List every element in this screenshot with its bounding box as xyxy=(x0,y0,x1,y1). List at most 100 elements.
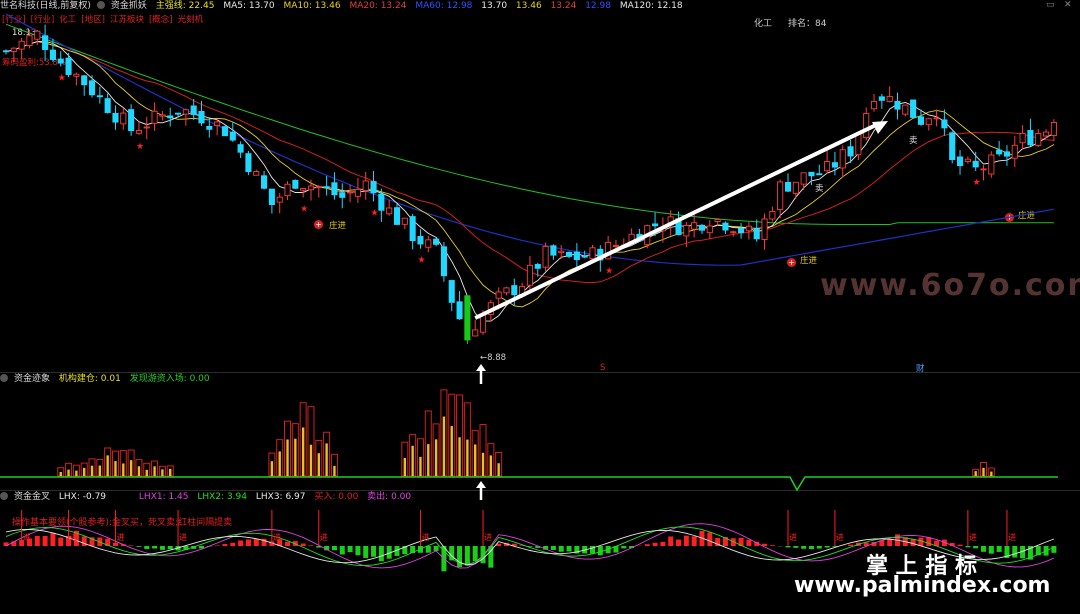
candle-body xyxy=(831,162,838,168)
candle-body xyxy=(331,182,338,196)
cross-signal-label: 进 xyxy=(320,533,328,542)
candle-body xyxy=(151,110,158,124)
fund-yellow-bar xyxy=(286,439,289,476)
candle-body xyxy=(581,255,588,258)
candle-body xyxy=(691,222,698,230)
candle-body xyxy=(1019,132,1026,144)
cross-bar xyxy=(152,546,158,549)
star-marker: ★ xyxy=(371,208,379,218)
ma120-line xyxy=(5,23,1054,225)
candle-body xyxy=(917,116,924,125)
candle-body xyxy=(409,216,416,242)
cross-bar xyxy=(50,532,56,546)
candle-body xyxy=(558,250,565,254)
fund-yellow-bar xyxy=(90,465,94,476)
ma60-line xyxy=(5,13,1055,266)
cross-bar xyxy=(42,535,48,546)
cross-signal-label: 进 xyxy=(836,533,844,542)
candle-body xyxy=(276,196,283,203)
cross-bar xyxy=(355,546,361,556)
candle-body xyxy=(714,219,721,222)
cross-bar xyxy=(597,546,603,556)
cross-bar xyxy=(34,535,40,546)
candle-body xyxy=(730,231,737,234)
cross-bar xyxy=(167,546,173,550)
cross-bar xyxy=(230,542,236,546)
fund-yellow-bar xyxy=(75,470,78,476)
cross-bar xyxy=(981,546,986,552)
candle-body xyxy=(1011,144,1018,159)
fund-yellow-bar xyxy=(153,466,156,476)
cross-bar xyxy=(621,546,627,549)
fund-yellow-bar xyxy=(169,468,172,476)
chart-canvas[interactable]: ★ ★ ★ ★ ★ ★ ★ 进 进 进 进 进 进 进 进 进 进 进 进 xyxy=(0,0,1080,614)
candle-body xyxy=(1027,130,1034,146)
candle-body xyxy=(198,111,205,124)
cross-signal-label: 进 xyxy=(789,533,797,542)
candle-body xyxy=(393,207,401,225)
candle-body xyxy=(988,154,995,175)
cross-bar xyxy=(480,546,486,564)
star-marker: ★ xyxy=(58,73,66,83)
cross-signal-label: 进 xyxy=(23,533,31,542)
candle-body xyxy=(1035,132,1042,146)
cross-bar xyxy=(558,546,564,552)
candle-body xyxy=(816,173,823,176)
fund-yellow-bar xyxy=(270,461,274,476)
candle-body xyxy=(652,223,659,227)
cross-bar xyxy=(128,545,134,546)
cross-bar xyxy=(371,546,377,557)
candle-body xyxy=(440,246,447,277)
cross-signal-label: 进 xyxy=(969,533,977,542)
candle-body xyxy=(2,50,10,53)
candle-body xyxy=(261,175,268,189)
trend-arrow xyxy=(474,122,879,320)
fund-yellow-bar xyxy=(137,466,141,476)
fund-yellow-bar xyxy=(411,445,414,476)
fund-yellow-bar xyxy=(98,465,102,476)
candle-body xyxy=(57,58,64,64)
fund-baseline xyxy=(0,476,1058,492)
cross-bar xyxy=(339,546,345,555)
candle-body xyxy=(104,98,111,113)
candle-body xyxy=(964,158,971,163)
cross-bar xyxy=(285,541,291,546)
cross-bar xyxy=(996,546,1002,552)
candle-body xyxy=(565,251,573,257)
fund-yellow-bar xyxy=(83,467,86,476)
cross-signal-label: 进 xyxy=(421,533,429,542)
cross-bar xyxy=(707,532,713,546)
fund-yellow-bar xyxy=(489,455,493,476)
candle-body xyxy=(503,287,510,294)
cross-bar xyxy=(988,546,994,554)
candle-body xyxy=(18,40,25,50)
candle-body xyxy=(49,49,56,61)
cross-bar xyxy=(676,539,682,546)
fund-yellow-bar xyxy=(294,438,297,476)
cross-bar xyxy=(144,546,150,550)
cross-bar xyxy=(660,541,666,546)
candle-body xyxy=(886,95,893,102)
cross-bar xyxy=(222,543,228,546)
candle-body xyxy=(722,222,729,231)
star-marker: ★ xyxy=(973,178,981,188)
candle-body xyxy=(174,112,182,115)
star-marker: ★ xyxy=(605,267,613,277)
candle-body xyxy=(526,264,533,286)
candle-body xyxy=(159,114,166,117)
candle-body xyxy=(253,171,260,176)
cross-signal-label: 进 xyxy=(273,533,281,542)
fund-yellow-bar xyxy=(333,465,336,476)
fund-yellow-bar xyxy=(450,426,453,476)
candle-body xyxy=(550,245,557,256)
candle-body xyxy=(777,181,784,210)
candle-body xyxy=(417,235,424,245)
candle-body xyxy=(589,247,596,260)
cross-bar xyxy=(746,539,752,546)
cross-bar xyxy=(887,539,893,546)
candle-body xyxy=(511,285,518,296)
candle-body xyxy=(229,131,236,141)
cross-bar xyxy=(668,536,674,546)
candle-body xyxy=(354,188,361,197)
fund-yellow-bar xyxy=(114,461,117,476)
